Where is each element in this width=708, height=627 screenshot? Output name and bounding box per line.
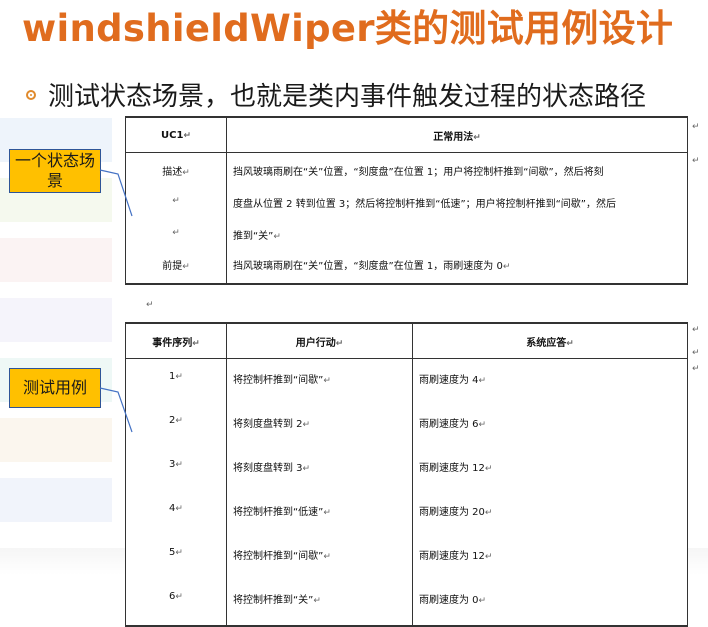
system-response-cell-text: 雨刷速度为 0 (419, 595, 479, 606)
paragraph-mark: ↵ (692, 122, 700, 132)
user-action-cell-text: 将控制杆推到“关” (233, 595, 314, 606)
table-row: 6↵ 将控制杆推到“关”↵ 雨刷速度为 0↵ (125, 581, 688, 627)
system-response-cell: 雨刷速度为 0↵ (412, 581, 688, 627)
paragraph-mark: ↵ (692, 348, 700, 358)
paragraph-mark: ↵ (478, 596, 487, 606)
callout-connectors (99, 169, 133, 433)
connector-line-2 (99, 387, 133, 433)
paragraph-mark: ↵ (313, 596, 321, 606)
user-action-cell: 将控制杆推到“关”↵ (226, 581, 413, 627)
connector-line-1 (99, 169, 133, 217)
event-seq-cell: 6↵ (125, 581, 227, 627)
paragraph-mark: ↵ (175, 592, 183, 602)
paragraph-mark: ↵ (692, 156, 700, 166)
paragraph-mark: ↵ (692, 364, 700, 374)
paragraph-mark: ↵ (692, 325, 700, 335)
